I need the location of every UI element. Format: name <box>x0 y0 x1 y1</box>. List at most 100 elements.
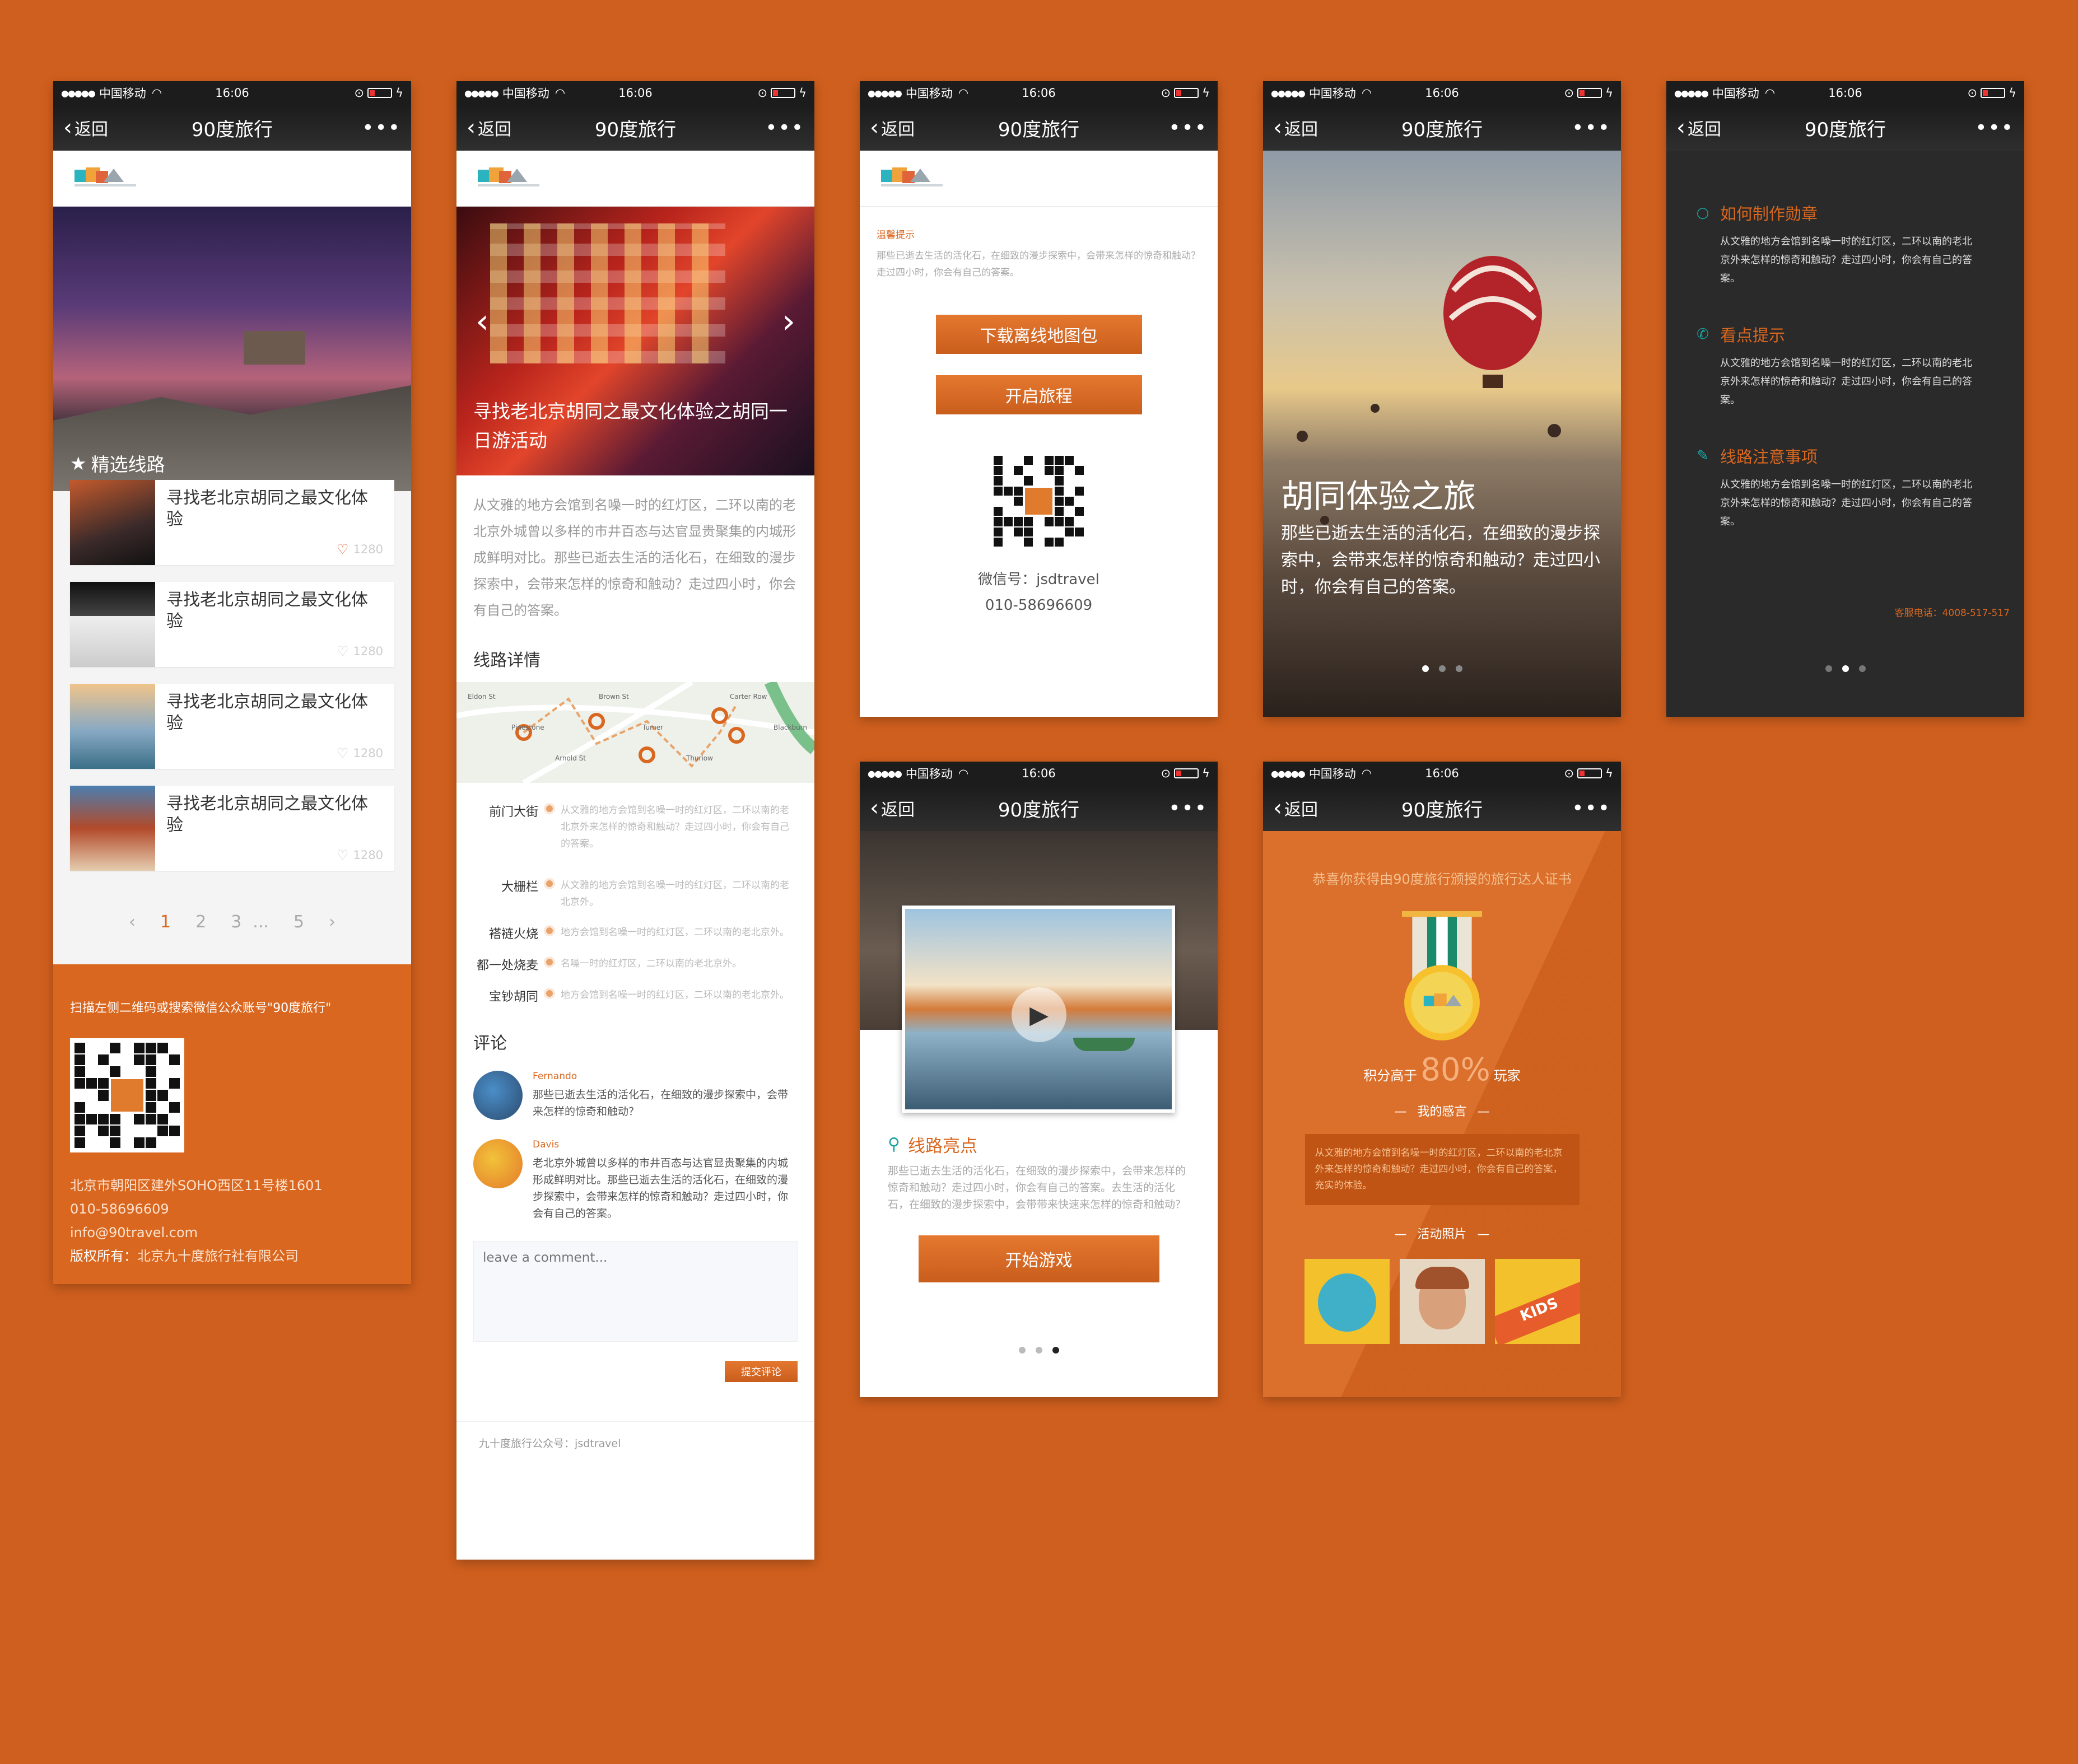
comment-item: Fernando 那些已逝去生活的活化石，在细致的漫步探索中，会带来怎样的惊奇和… <box>473 1071 798 1120</box>
play-icon[interactable]: ▶ <box>1012 987 1066 1042</box>
slide-dot[interactable] <box>1438 665 1446 672</box>
timeline-dot <box>546 927 553 934</box>
route-list-item[interactable]: 寻找老北京胡同之最文化体验 ♡ 1280 <box>70 582 394 667</box>
comment-input[interactable] <box>473 1241 798 1342</box>
avatar[interactable] <box>473 1139 523 1188</box>
heart-icon[interactable]: ♡ <box>337 745 349 761</box>
slide-dot[interactable] <box>1035 1347 1042 1354</box>
page-2[interactable]: 2 <box>195 912 206 932</box>
stop-name: 前门大街 <box>488 805 538 819</box>
route-thumbnail <box>70 786 155 871</box>
carrier-label: 中国移动 <box>1308 767 1356 781</box>
slide-dot-active[interactable] <box>1422 665 1429 672</box>
route-stop[interactable]: 前门大街 从文雅的地方会馆到名噪一时的红灯区，二环以南的老北京外来怎样的惊奇和触… <box>473 802 798 852</box>
route-heading: 线路详情 <box>473 651 541 670</box>
comment-user[interactable]: Davis <box>533 1139 798 1150</box>
carrier-label: 中国移动 <box>1712 87 1759 100</box>
slide-dot-active[interactable] <box>1052 1347 1059 1354</box>
map-street-label: Blackburn <box>774 724 807 731</box>
route-list-item[interactable]: 寻找老北京胡同之最文化体验 ♡ 1280 <box>70 786 394 871</box>
banner-house <box>244 331 305 365</box>
battery-icon <box>1577 88 1602 98</box>
submit-comment-button[interactable]: 提交评论 <box>725 1361 798 1382</box>
more-icon[interactable]: ••• <box>1572 797 1611 820</box>
back-button[interactable]: ‹ 返回 <box>63 115 108 140</box>
map-street-label: Carter Row <box>730 693 767 701</box>
heart-icon[interactable]: ♡ <box>337 643 349 659</box>
star-icon: ★ <box>70 452 87 474</box>
start-game-button[interactable]: 开始游戏 <box>918 1235 1159 1282</box>
signal-icon: ●●●●● <box>1271 87 1306 99</box>
wifi-icon: ◠ <box>1764 86 1776 100</box>
more-icon[interactable]: ••• <box>362 116 401 139</box>
more-icon[interactable]: ••• <box>1168 797 1208 820</box>
carousel-next-icon[interactable]: › <box>782 302 795 341</box>
download-map-button[interactable]: 下载离线地图包 <box>935 315 1142 354</box>
hotline[interactable]: 客服电话：4008-517-517 <box>1666 566 2024 619</box>
slide-dot[interactable] <box>1858 665 1866 672</box>
map-pin-icon[interactable] <box>639 746 655 763</box>
photo-thumb[interactable] <box>1399 1259 1485 1344</box>
route-title: 寻找老北京胡同之最文化体验 <box>166 590 368 631</box>
back-button[interactable]: ‹ 返回 <box>1676 115 1721 140</box>
photos-heading: — 活动照片 — <box>1394 1228 1490 1242</box>
back-button[interactable]: ‹ 返回 <box>467 115 511 140</box>
battery-icon <box>1981 88 2006 98</box>
route-stop[interactable]: 宝钞胡同 地方会馆到名噪一时的红灯区，二环以南的老北京外。 <box>473 987 798 1005</box>
next-page-icon[interactable]: › <box>329 912 336 932</box>
back-button[interactable]: ‹ 返回 <box>870 796 915 820</box>
start-trip-button[interactable]: 开启旅程 <box>935 375 1142 414</box>
heart-icon[interactable]: ♡ <box>337 542 349 557</box>
more-icon[interactable]: ••• <box>1168 116 1208 139</box>
slide-dot[interactable] <box>1455 665 1462 672</box>
route-stop[interactable]: 大栅栏 从文雅的地方会馆到名噪一时的红灯区，二环以南的老北京外。 <box>473 877 798 911</box>
carrier-label: 中国移动 <box>99 87 146 100</box>
slide-dot[interactable] <box>1018 1347 1026 1354</box>
more-icon[interactable]: ••• <box>1572 116 1611 139</box>
screen-offline-download: ●●●●● 中国移动 ◠ 16:06 ⊙ ϟ ‹ 返回 90度旅行 ••• 温馨提示… <box>860 81 1218 717</box>
timeline-dot <box>546 880 553 887</box>
wechat-id: 微信号：jsdtravel <box>978 571 1099 588</box>
heart-icon[interactable]: ♡ <box>337 847 349 863</box>
page-1[interactable]: 1 <box>160 912 171 932</box>
back-button[interactable]: ‹ 返回 <box>1273 115 1318 140</box>
prev-page-icon[interactable]: ‹ <box>129 912 136 932</box>
more-icon[interactable]: ••• <box>765 116 804 139</box>
stop-desc: 从文雅的地方会馆到名噪一时的红灯区，二环以南的老北京外。 <box>561 880 789 908</box>
back-label: 返回 <box>1284 800 1318 820</box>
comment-item: Davis 老北京外城曾以多样的市井百态与达官显贵聚集的内城形成鲜明对比。那些已… <box>473 1139 798 1222</box>
back-button[interactable]: ‹ 返回 <box>870 115 915 140</box>
map-pin-icon[interactable] <box>588 713 605 730</box>
circle-icon: ○ <box>1696 204 1709 221</box>
route-thumbnail <box>70 684 155 769</box>
photo-thumb[interactable] <box>1304 1259 1390 1344</box>
page-3[interactable]: 3 <box>231 912 241 932</box>
slide-dot-active[interactable] <box>1842 665 1849 672</box>
route-stop[interactable]: 褡裢火烧 地方会馆到名噪一时的红灯区，二环以南的老北京外。 <box>473 924 798 942</box>
route-list-item[interactable]: 寻找老北京胡同之最文化体验 ♡ 1280 <box>70 480 394 565</box>
wifi-icon: ◠ <box>958 767 969 780</box>
lock-rotation-icon: ⊙ <box>1564 86 1574 100</box>
more-icon[interactable]: ••• <box>1975 116 2014 139</box>
slide-indicator <box>1666 665 2024 672</box>
brand-logo <box>881 167 943 186</box>
route-stop[interactable]: 都一处烧麦 名噪一时的红灯区，二环以南的老北京外。 <box>473 955 798 973</box>
map-street-label: Arnold St <box>555 754 586 762</box>
route-map[interactable]: Eldon St Pinestone Arnold St Brown St Tumer T… <box>456 682 814 783</box>
back-button[interactable]: ‹ 返回 <box>1273 796 1318 820</box>
brand-logo <box>74 167 136 186</box>
wifi-icon: ◠ <box>1361 767 1372 780</box>
avatar[interactable] <box>473 1071 523 1120</box>
photo-thumb[interactable]: KIDS <box>1494 1259 1580 1344</box>
slide-dot[interactable] <box>1825 665 1832 672</box>
page-5[interactable]: 5 <box>293 912 304 932</box>
video-boat <box>1073 1038 1135 1051</box>
carrier-label: 中国移动 <box>502 87 549 100</box>
carousel-prev-icon[interactable]: ‹ <box>476 302 489 341</box>
brand-logo-bar <box>53 151 411 207</box>
comment-user[interactable]: Fernando <box>533 1071 798 1082</box>
video-frame[interactable]: ▶ <box>902 906 1175 1113</box>
map-pin-icon[interactable] <box>728 727 745 744</box>
footer-email[interactable]: info@90travel.com <box>70 1221 394 1244</box>
route-list-item[interactable]: 寻找老北京胡同之最文化体验 ♡ 1280 <box>70 684 394 769</box>
